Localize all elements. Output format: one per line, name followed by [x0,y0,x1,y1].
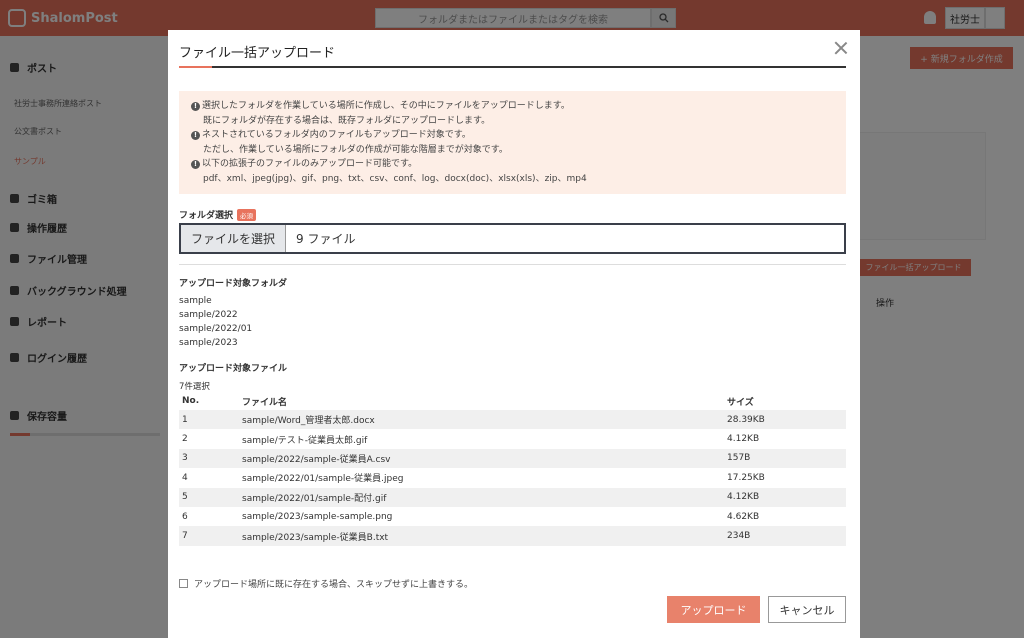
selected-count: 7件選択 [179,382,210,392]
table-row: 5 sample/2022/01/sample-配付.gif 4.12KB [179,487,846,507]
cell-size: 28.39KB [724,410,846,430]
folder-item: sample/2023 [179,338,238,348]
cell-no: 6 [182,511,188,522]
info-line: ! 以下の拡張子のファイルのみアップロード可能です。 [191,157,834,172]
target-folders-list: sample sample/2022 sample/2022/01 sample… [179,294,252,350]
target-files-title: アップロード対象ファイル [179,364,288,374]
bulk-upload-modal: ファイル一括アップロード ! 選択したフォルダを作業している場所に作成し、その中に… [168,30,860,638]
target-folders-title: アップロード対象フォルダ [179,279,288,289]
upload-button[interactable]: アップロード [667,596,760,623]
file-select-button[interactable]: ファイルを選択 [181,225,286,252]
table-row: 6 sample/2023/sample-sample.png 4.62KB [179,507,846,526]
table-row: 4 sample/2022/01/sample-従業員.jpeg 17.25KB [179,468,846,487]
table-row: 1 sample/Word_管理者太郎.docx 28.39KB [179,410,846,430]
cell-name: sample/2023/sample-従業員B.txt [239,526,724,546]
target-files-table: No. ファイル名 サイズ 1 sample/Word_管理者太郎.docx 2… [179,392,846,546]
overwrite-option[interactable]: アップロード場所に既に存在する場合、スキップせずに上書きする。 [179,577,473,590]
exclamation-icon: ! [191,159,200,169]
folder-item: sample/2022 [179,310,238,320]
cell-name: sample/2022/01/sample-配付.gif [239,487,724,507]
header-name: ファイル名 [242,397,288,408]
cancel-button[interactable]: キャンセル [768,596,846,623]
cell-no: 2 [182,434,188,445]
overwrite-label: アップロード場所に既に存在する場合、スキップせずに上書きする。 [194,580,474,590]
exclamation-icon: ! [191,101,200,111]
info-line: pdf、xml、jpeg(jpg)、gif、png、txt、csv、conf、l… [203,173,587,184]
close-icon[interactable] [834,41,848,55]
cell-no: 1 [179,410,239,430]
info-line: ! ネストされているフォルダ内のファイルもアップロード対象です。 [191,128,834,143]
table-row: 7 sample/2023/sample-従業員B.txt 234B [179,526,846,546]
exclamation-icon: ! [191,130,200,140]
cell-size: 4.12KB [724,487,846,507]
required-badge: 必須 [237,208,257,221]
cell-size: 4.12KB [727,434,760,445]
cell-size: 4.62KB [727,511,760,522]
table-header-row: No. ファイル名 サイズ [179,392,846,410]
info-line: 既にフォルダが存在する場合は、既存フォルダにアップロードします。 [203,115,491,126]
table-row: 2 sample/テスト-従業員太郎.gif 4.12KB [179,429,846,448]
cell-name: sample/Word_管理者太郎.docx [239,410,724,430]
folder-item: sample/2022/01 [179,324,253,334]
cell-name: sample/2022/sample-従業員A.csv [239,448,724,469]
cell-no: 7 [179,526,239,546]
cell-no: 3 [179,448,239,469]
folder-file-input[interactable]: ファイルを選択 9 ファイル [179,223,846,254]
title-divider [179,66,846,68]
overwrite-checkbox[interactable] [179,579,188,588]
cell-name: sample/2022/01/sample-従業員.jpeg [242,474,404,485]
header-no: No. [182,396,200,406]
folder-select-label: フォルダ選択 必須 [179,208,257,221]
section-divider [179,264,846,265]
info-line: ! 選択したフォルダを作業している場所に作成し、その中にファイルをアップロードしま… [191,99,834,114]
cell-no: 5 [179,487,239,507]
cell-name: sample/2023/sample-sample.png [242,511,393,522]
header-size: サイズ [727,397,754,408]
cell-name: sample/テスト-従業員太郎.gif [242,435,368,446]
cell-size: 17.25KB [727,472,765,483]
cell-size: 234B [724,526,846,546]
cell-no: 4 [182,472,188,483]
cell-size: 157B [724,448,846,469]
modal-title: ファイル一括アップロード [179,46,336,61]
folder-item: sample [179,296,212,306]
info-box: ! 選択したフォルダを作業している場所に作成し、その中にファイルをアップロードしま… [179,91,846,194]
file-count: 9 ファイル [296,232,356,246]
table-row: 3 sample/2022/sample-従業員A.csv 157B [179,448,846,469]
info-line: ただし、作業している場所にフォルダの作成が可能な階層までが対象です。 [203,144,508,155]
